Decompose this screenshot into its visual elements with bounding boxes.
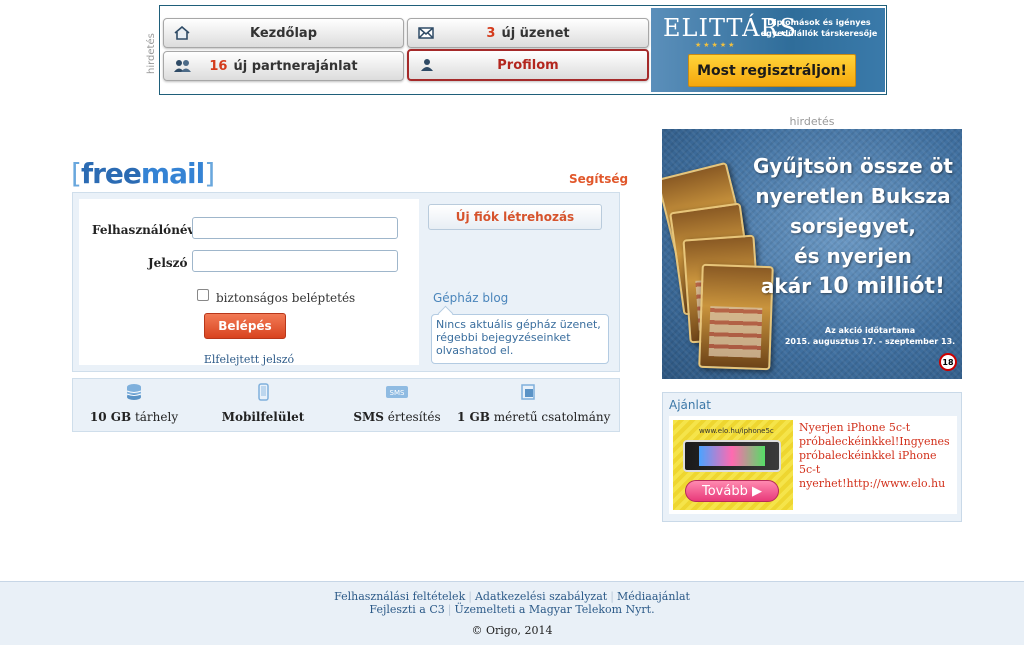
terms-link[interactable]: Felhasználási feltételek: [334, 590, 465, 603]
features-bar: 10 GB tárhely Mobilfelület SMS SMS értes…: [72, 378, 620, 432]
blog-message: Nincs aktuális gépház üzenet, régebbi be…: [431, 314, 609, 364]
feature-storage-text: tárhely: [131, 410, 179, 424]
headline-line: és nyerjen: [794, 244, 912, 268]
separator: |: [447, 603, 452, 616]
elittars-stars: ★★★★★: [695, 41, 737, 49]
headline-line: Gyűjtsön össze öt: [753, 154, 953, 178]
username-input[interactable]: [192, 217, 398, 239]
partner-offers-count: 16: [209, 58, 228, 74]
footer: Felhasználási feltételek | Adatkezelési sz…: [0, 581, 1024, 645]
create-account-button[interactable]: Új fiók létrehozás: [428, 204, 602, 230]
home-icon: [174, 26, 190, 40]
logo-mail: mail: [140, 157, 205, 190]
feature-sms-text: értesítés: [383, 410, 441, 424]
footer-links-row: Felhasználási feltételek | Adatkezelési sz…: [0, 590, 1024, 603]
elittars-tagline: Diplomások és igényes egyedülállók társk…: [760, 18, 878, 38]
buksza-ad[interactable]: Gyűjtsön össze öt nyeretlen Buksza sorsj…: [662, 129, 962, 379]
logo-bracket: ]: [204, 157, 215, 190]
secure-login-label[interactable]: biztonságos beléptetés: [216, 291, 355, 305]
database-icon: [126, 384, 142, 400]
promo-period-dates: 2015. augusztus 17. - szeptember 13.: [784, 337, 956, 346]
messages-count: 3: [486, 25, 496, 41]
privacy-link[interactable]: Adatkezelési szabályzat: [475, 590, 607, 603]
feature-mobile: Mobilfelület: [216, 379, 310, 431]
help-link[interactable]: Segítség: [569, 172, 628, 186]
feature-attachment: 1 GB méretű csatolmány: [457, 379, 610, 431]
password-input[interactable]: [192, 250, 398, 272]
tovabb-button[interactable]: Tovább ▶: [685, 480, 779, 502]
footer-credits-row: Fejleszti a C3 | Üzemelteti a Magyar Telek…: [0, 603, 1024, 616]
headline-line: sorsjegyet,: [790, 214, 916, 238]
people-icon: [174, 60, 191, 72]
attachment-icon: [521, 384, 535, 400]
copyright: © Origo, 2014: [471, 624, 553, 637]
home-button-label: Kezdőlap: [250, 25, 317, 41]
login-form: Felhasználónév Jelszó biztonságos belépt…: [79, 199, 419, 366]
feature-attachment-text: méretű csatolmány: [489, 410, 611, 424]
login-panel: Felhasználónév Jelszó biztonságos belépt…: [72, 192, 620, 372]
buksza-headline: Gyűjtsön össze öt nyeretlen Buksza sorsj…: [750, 151, 956, 302]
home-button[interactable]: Kezdőlap: [163, 18, 404, 48]
developer-link[interactable]: Fejleszti a C3: [369, 603, 444, 616]
headline-line: akár: [760, 274, 812, 298]
feature-attachment-value: 1 GB: [457, 410, 490, 424]
blog-link[interactable]: Gépház blog: [433, 291, 508, 305]
profile-label: Profilom: [497, 57, 559, 73]
media-offer-link[interactable]: Médiaajánlat: [617, 590, 690, 603]
logo-bracket: [: [71, 157, 82, 190]
partner-offers-button[interactable]: 16 új partnerajánlat: [163, 51, 404, 81]
headline-line: nyeretlen Buksza: [755, 184, 951, 208]
feature-mobile-value: Mobilfelület: [221, 410, 305, 424]
person-icon: [421, 59, 433, 71]
register-cta-button[interactable]: Most regisztráljon!: [688, 54, 856, 87]
freemail-logo[interactable]: [freemail]: [71, 157, 215, 190]
top-ad-banner[interactable]: hirdetés Kezdőlap 3 új üzenet 16 új partne…: [146, 5, 887, 95]
offer-link[interactable]: Nyerjen iPhone 5c-t próbaleckéinkkel!Ing…: [799, 421, 955, 491]
offer-box: Ajánlat www.elo.hu/iphone5c Tovább ▶ Nye…: [662, 392, 962, 522]
offer-content[interactable]: www.elo.hu/iphone5c Tovább ▶ Nyerjen iPh…: [669, 416, 957, 514]
profile-button[interactable]: Profilom: [407, 49, 649, 81]
mobile-icon: [258, 383, 269, 401]
logo-free: free: [80, 157, 142, 190]
secure-login-checkbox[interactable]: [197, 289, 209, 301]
feature-storage: 10 GB tárhely: [89, 379, 179, 431]
promo-period: Az akció időtartama 2015. augusztus 17. …: [782, 325, 958, 347]
forgot-password-link[interactable]: Elfelejtett jelszó: [79, 353, 419, 366]
username-label: Felhasználónév: [92, 223, 195, 237]
iphone-offer-image[interactable]: www.elo.hu/iphone5c Tovább ▶: [673, 420, 793, 510]
elittars-ad[interactable]: ELITTÁRS ★★★★★ Diplomások és igényes egy…: [651, 8, 885, 92]
feature-storage-value: 10 GB: [89, 410, 132, 424]
operator-link[interactable]: Üzemelteti a Magyar Telekom Nyrt.: [454, 603, 654, 616]
feature-sms-value: SMS: [353, 410, 384, 424]
age-limit-badge: 18: [939, 353, 957, 371]
envelope-icon: [418, 27, 434, 39]
promo-period-label: Az akció időtartama: [824, 326, 916, 335]
right-ad-label: hirdetés: [789, 115, 835, 128]
svg-text:SMS: SMS: [390, 389, 405, 397]
offer-image-url: www.elo.hu/iphone5c: [699, 427, 774, 435]
offer-title: Ajánlat: [669, 398, 711, 412]
phone-image: [683, 440, 781, 472]
password-label: Jelszó: [148, 256, 188, 270]
separator: |: [610, 590, 614, 603]
login-button[interactable]: Belépés: [204, 313, 286, 339]
messages-label: új üzenet: [501, 25, 570, 41]
partner-offers-label: új partnerajánlat: [233, 58, 358, 74]
feature-sms: SMS SMS értesítés: [345, 379, 449, 431]
messages-button[interactable]: 3 új üzenet: [407, 18, 649, 48]
sms-icon: SMS: [386, 386, 408, 398]
ad-label: hirdetés: [146, 33, 157, 74]
separator: |: [468, 590, 472, 603]
prize-amount: 10 milliót!: [818, 274, 946, 299]
play-icon: ▶: [752, 483, 762, 499]
tovabb-label: Tovább: [702, 483, 748, 499]
